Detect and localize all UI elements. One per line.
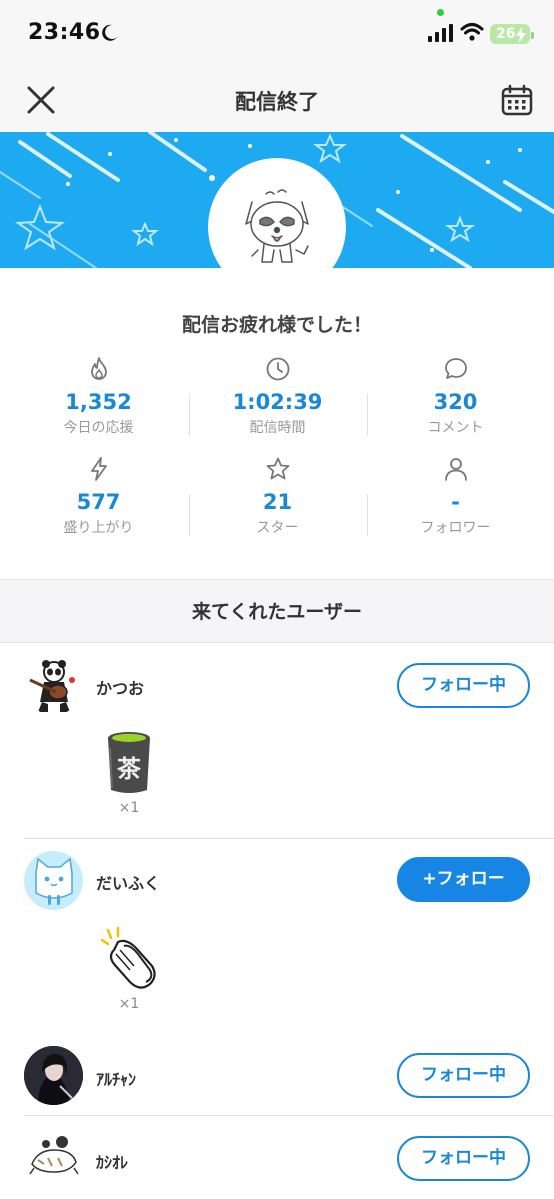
stat-today-support: 1,352 今日の応援 xyxy=(6,356,191,437)
panda-guitar-icon xyxy=(29,660,75,712)
user-name: だいふく xyxy=(96,874,161,893)
star-icon xyxy=(266,457,289,480)
person-icon xyxy=(444,458,467,481)
comment-icon xyxy=(444,358,467,379)
following-button[interactable]: フォロー中 xyxy=(397,1136,530,1181)
following-button[interactable]: フォロー中 xyxy=(397,1053,530,1098)
stat-stars: 21 スター xyxy=(185,456,370,537)
stat-label: フォロワー xyxy=(420,520,491,536)
calendar-icon[interactable] xyxy=(501,84,533,116)
charging-bolt-icon xyxy=(516,27,526,43)
divider xyxy=(24,1115,554,1116)
stat-followers: - フォロワー xyxy=(363,456,548,537)
avatar[interactable] xyxy=(24,1128,83,1187)
stat-label: コメント xyxy=(427,420,484,436)
follow-button[interactable]: +フォロー xyxy=(397,857,530,902)
cat-icon xyxy=(35,857,73,905)
divider xyxy=(24,838,554,839)
moon-icon xyxy=(102,24,117,41)
stat-stream-time: 1:02:39 配信時間 xyxy=(185,356,370,437)
battery-level: 26 xyxy=(496,26,516,42)
stat-value: 577 xyxy=(76,490,121,514)
stat-excitement: 577 盛り上がり xyxy=(6,456,191,537)
avatar[interactable] xyxy=(24,851,83,910)
greeting-message: 配信お疲れ様でした！ xyxy=(181,314,372,336)
avatar[interactable] xyxy=(24,1046,83,1105)
stat-value: - xyxy=(451,490,460,514)
stat-comments: 320 コメント xyxy=(363,356,548,437)
camera-indicator-dot xyxy=(437,9,444,16)
clap-hands-icon xyxy=(100,926,156,989)
gift-count: ×1 xyxy=(118,800,140,816)
avatar[interactable] xyxy=(24,656,83,715)
cellular-signal-icon xyxy=(428,24,453,42)
streamer-avatar xyxy=(208,158,346,296)
clock-icon xyxy=(266,357,289,381)
clock-time: 23:46 xyxy=(28,20,101,45)
portrait-avatar-icon xyxy=(24,1046,83,1105)
navigation-bar: 配信終了 xyxy=(0,70,554,132)
user-name: かつお xyxy=(96,679,145,698)
page-title: 配信終了 xyxy=(235,90,319,114)
character-sketch-icon xyxy=(29,1136,79,1175)
stat-value: 320 xyxy=(433,390,478,414)
gift-count: ×1 xyxy=(118,996,140,1012)
visitors-section-header: 来てくれたユーザー xyxy=(0,579,554,643)
gift-item: ×1 xyxy=(96,926,162,1012)
wifi-icon xyxy=(460,23,484,41)
lightning-icon xyxy=(90,457,107,481)
raccoon-dog-icon xyxy=(245,189,309,263)
stat-value: 1,352 xyxy=(65,390,132,414)
section-title: 来てくれたユーザー xyxy=(191,601,363,623)
stat-value: 21 xyxy=(262,490,293,514)
status-bar: 23:46 26 xyxy=(0,0,554,70)
gift-item: 茶 ×1 xyxy=(96,730,162,816)
user-name: ｶｼｵﾚ xyxy=(96,1153,129,1172)
tea-cup-icon: 茶 xyxy=(108,732,150,793)
stat-label: 盛り上がり xyxy=(63,520,134,536)
following-button[interactable]: フォロー中 xyxy=(397,663,530,708)
battery-indicator: 26 xyxy=(490,24,534,44)
tea-label: 茶 xyxy=(117,755,142,783)
flame-icon xyxy=(90,357,107,380)
user-name: ｱﾙﾁｬﾝ xyxy=(96,1070,137,1089)
stat-value: 1:02:39 xyxy=(232,390,323,414)
stat-label: 今日の応援 xyxy=(63,420,134,436)
stat-label: スター xyxy=(256,520,299,536)
stat-label: 配信時間 xyxy=(249,420,306,436)
